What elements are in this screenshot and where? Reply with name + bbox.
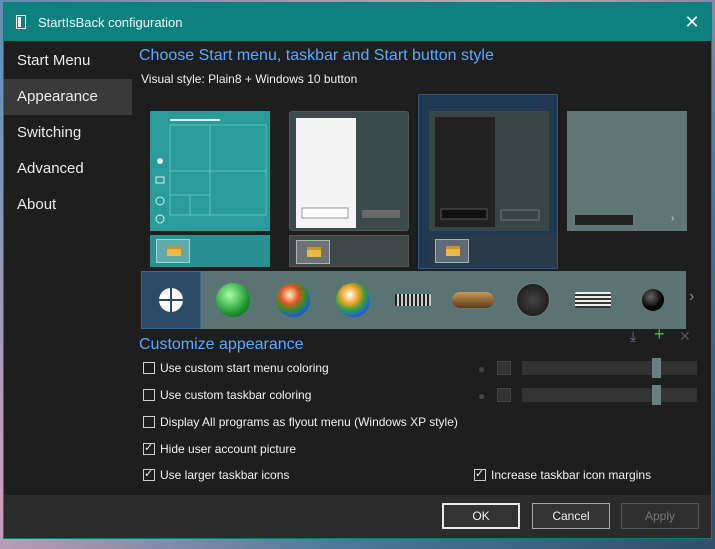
orb-windows-10[interactable] <box>141 271 201 329</box>
title-bar: StartIsBack configuration ✕ <box>4 3 711 41</box>
plain8-tiles-icon <box>155 119 267 224</box>
windows-10-logo-icon <box>159 288 183 312</box>
style-preview-translucent[interactable]: › <box>567 111 687 231</box>
taskbar-color-swatch <box>497 388 511 402</box>
dark-menu-preview-icon <box>435 117 540 227</box>
color-drop-icon: ● <box>478 389 486 403</box>
start-menu-color-swatch <box>497 361 511 375</box>
visual-style-value: Plain8 + Windows 10 button <box>208 72 358 86</box>
atom-orb-icon <box>516 283 550 317</box>
config-window: StartIsBack configuration ✕ Start Menu A… <box>3 2 712 539</box>
battery-bar-icon <box>395 294 431 306</box>
slider-thumb <box>652 358 661 378</box>
checkbox[interactable] <box>143 389 155 401</box>
taskbar-preview-3[interactable] <box>429 235 557 267</box>
windows-vista-orb-icon <box>336 283 370 317</box>
orb-windows-vista[interactable] <box>323 271 383 329</box>
orb-battery[interactable] <box>383 271 443 329</box>
checkbox[interactable] <box>143 441 155 455</box>
style-preview-plain8[interactable] <box>150 111 270 231</box>
orb-windows-7[interactable] <box>263 271 323 329</box>
sidebar-item-switching[interactable]: Switching <box>4 115 132 151</box>
close-button[interactable]: ✕ <box>673 3 711 41</box>
option-label: Display All programs as flyout menu (Win… <box>160 415 458 429</box>
taskbar-preview-2[interactable] <box>289 235 409 267</box>
slider-thumb <box>652 385 661 405</box>
orb-striped[interactable] <box>563 271 623 329</box>
windows-7-orb-icon <box>276 283 310 317</box>
visual-style-text: Visual style: Plain8 + Windows 10 button <box>141 72 357 86</box>
svg-text:›: › <box>671 213 674 224</box>
visual-style-label: Visual style: <box>141 72 205 86</box>
taskbar-preview-1[interactable] <box>150 235 270 267</box>
steampunk-button-icon <box>452 292 494 308</box>
checkbox[interactable] <box>143 416 155 428</box>
ok-button[interactable]: OK <box>442 503 520 529</box>
clover-orb-icon <box>216 283 250 317</box>
folder-icon <box>446 246 460 256</box>
folder-icon <box>167 246 181 256</box>
start-menu-color-slider <box>522 358 697 378</box>
option-label: Use custom start menu coloring <box>160 361 329 375</box>
option-label: Hide user account picture <box>160 442 297 456</box>
taskbar-button <box>435 239 469 263</box>
taskbar-color-slider <box>522 385 697 405</box>
apply-button[interactable]: Apply <box>621 503 699 529</box>
orb-black[interactable] <box>623 271 683 329</box>
style-heading: Choose Start menu, taskbar and Start but… <box>139 47 494 64</box>
orb-clover[interactable] <box>203 271 263 329</box>
checkbox[interactable] <box>143 467 155 481</box>
option-label: Increase taskbar icon margins <box>491 468 652 482</box>
start-button-strip[interactable] <box>141 271 686 329</box>
download-icon[interactable]: ⤓ <box>630 328 636 345</box>
close-icon: ✕ <box>684 12 700 32</box>
remove-icon[interactable]: ✕ <box>679 328 691 345</box>
sidebar: Start Menu Appearance Switching Advanced… <box>4 41 132 501</box>
option-label: Use larger taskbar icons <box>160 468 290 482</box>
checkbox[interactable] <box>143 362 155 374</box>
cancel-button[interactable]: Cancel <box>532 503 610 529</box>
window-title: StartIsBack configuration <box>38 15 183 30</box>
sidebar-item-appearance[interactable]: Appearance <box>4 79 132 115</box>
sidebar-item-start-menu[interactable]: Start Menu <box>4 43 132 79</box>
color-drop-icon: ● <box>478 362 486 376</box>
sidebar-item-advanced[interactable]: Advanced <box>4 151 132 187</box>
taskbar-button <box>296 240 330 264</box>
translucent-menu-preview-icon: › <box>575 213 674 225</box>
sidebar-item-about[interactable]: About <box>4 187 132 223</box>
add-icon[interactable]: + <box>654 324 665 345</box>
style-preview-classic-white[interactable] <box>289 111 409 231</box>
customize-heading: Customize appearance <box>139 336 304 353</box>
folder-icon <box>307 247 321 257</box>
checkbox[interactable] <box>474 467 486 481</box>
style-preview-dark[interactable] <box>429 111 549 231</box>
black-orb-icon <box>642 289 664 311</box>
app-icon <box>16 15 26 29</box>
striped-bar-icon <box>575 292 611 308</box>
option-label: Use custom taskbar coloring <box>160 388 312 402</box>
taskbar-button <box>156 239 190 263</box>
strip-scroll-right-icon[interactable]: › <box>689 288 694 306</box>
classic-menu-preview-icon <box>296 118 400 228</box>
orb-atom[interactable] <box>503 271 563 329</box>
orb-steampunk[interactable] <box>443 271 503 329</box>
